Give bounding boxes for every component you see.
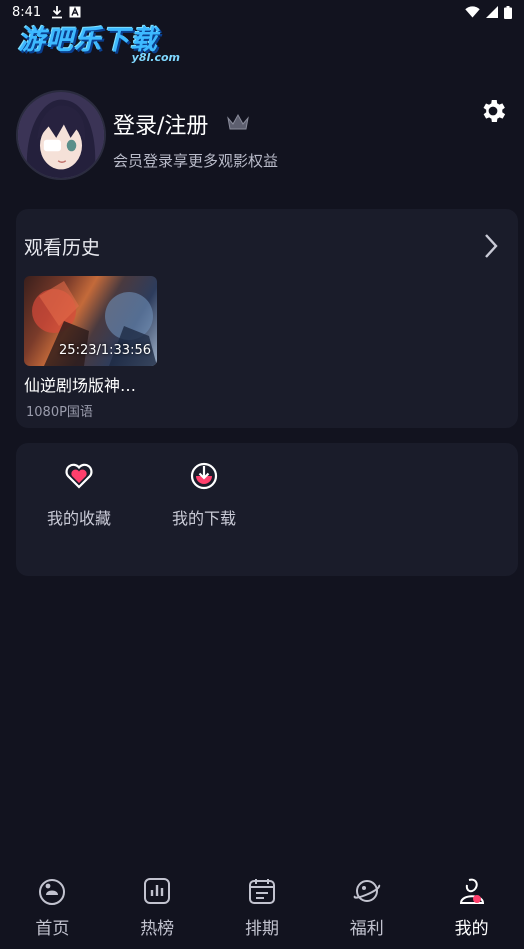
status-system-icons: [465, 5, 512, 19]
my-downloads-button[interactable]: 我的下载: [154, 461, 254, 531]
nav-hot-label: 热榜: [140, 919, 175, 939]
settings-gear-icon[interactable]: [478, 96, 508, 126]
chevron-right-icon[interactable]: [484, 233, 498, 259]
my-favorites-label: 我的收藏: [46, 509, 111, 528]
nav-hot[interactable]: 热榜: [105, 871, 210, 949]
user-icon: [459, 878, 484, 904]
watch-history-card: 观看历史 25:23/1:33:56 仙逆剧场版神… 1080P国语: [16, 209, 518, 428]
calendar-icon: [248, 879, 275, 904]
battery-icon: [504, 5, 512, 19]
nav-home-label: 首页: [35, 919, 70, 939]
wifi-icon: [465, 6, 480, 18]
video-progress-time: 25:23/1:33:56: [59, 343, 151, 358]
my-favorites-button[interactable]: 我的收藏: [29, 461, 129, 531]
status-notification-icons: [51, 5, 81, 19]
nav-schedule-label: 排期: [244, 919, 279, 939]
home-icon: [39, 879, 66, 905]
nav-welfare[interactable]: 福利: [314, 871, 419, 949]
planet-icon: [353, 880, 380, 902]
app-status-icon: [69, 6, 81, 18]
download-status-icon: [52, 6, 63, 19]
heart-icon: [65, 463, 93, 489]
app-logo: 游吧乐下载 y8l.com: [18, 18, 188, 66]
login-register-link[interactable]: 登录/注册: [113, 108, 208, 140]
avatar[interactable]: [16, 90, 106, 180]
profile-section: 登录/注册 会员登录享更多观影权益: [16, 90, 508, 182]
signal-icon: [486, 6, 498, 18]
logo-domain: y8l.com: [131, 51, 180, 64]
download-icon: [190, 462, 218, 490]
nav-mine[interactable]: 我的: [419, 871, 524, 949]
chart-ranking-icon: [144, 878, 171, 904]
vip-crown-icon: [227, 113, 249, 130]
nav-home[interactable]: 首页: [0, 871, 105, 949]
bottom-navigation: 首页 热榜 排期 福利 我的: [0, 871, 524, 949]
login-benefit-text: 会员登录享更多观影权益: [113, 152, 279, 170]
nav-schedule[interactable]: 排期: [210, 871, 315, 949]
quick-actions-card: 我的收藏 我的下载: [16, 443, 518, 576]
history-video-thumbnail[interactable]: 25:23/1:33:56: [24, 276, 157, 366]
history-video-meta: 1080P国语: [26, 405, 93, 420]
nav-welfare-label: 福利: [349, 919, 384, 939]
my-downloads-label: 我的下载: [171, 509, 236, 528]
history-video-title[interactable]: 仙逆剧场版神…: [24, 372, 157, 396]
avatar-image: [18, 92, 104, 178]
watch-history-title: 观看历史: [24, 237, 101, 259]
nav-mine-label: 我的: [454, 919, 489, 939]
